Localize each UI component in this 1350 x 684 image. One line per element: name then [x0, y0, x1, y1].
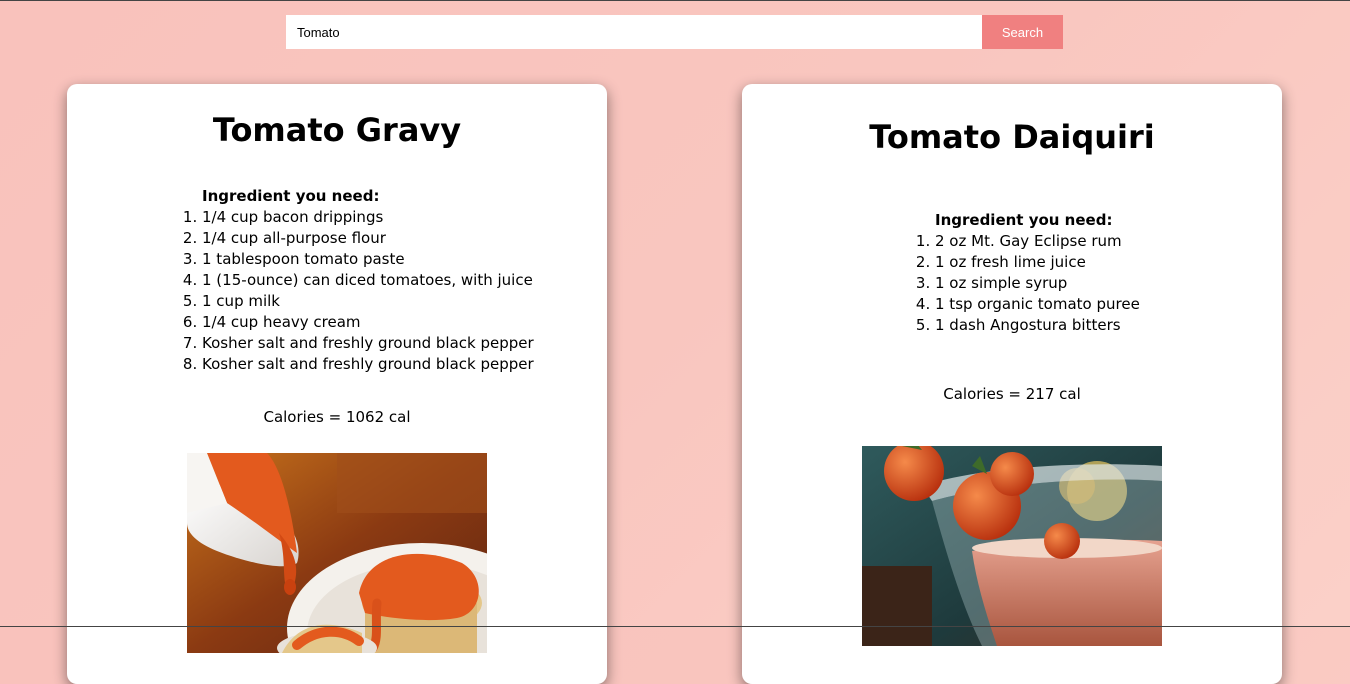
ingredient-item: 1 oz simple syrup — [935, 273, 1140, 294]
ingredient-item: 1 dash Angostura bitters — [935, 315, 1140, 336]
top-border — [0, 0, 1350, 1]
ingredient-item: 1/4 cup heavy cream — [202, 312, 534, 333]
ingredient-item: Kosher salt and freshly ground black pep… — [202, 333, 534, 354]
ingredients-list: 2 oz Mt. Gay Eclipse rum 1 oz fresh lime… — [918, 231, 1140, 336]
ingredient-item: Kosher salt and freshly ground black pep… — [202, 354, 534, 375]
ingredient-item: 1 (15-ounce) can diced tomatoes, with ju… — [202, 270, 534, 291]
ingredient-item: 1/4 cup bacon drippings — [202, 207, 534, 228]
search-button[interactable]: Search — [982, 15, 1063, 49]
daiquiri-photo — [862, 446, 1162, 646]
gravy-photo — [187, 453, 487, 653]
recipe-title: Tomato Daiquiri — [869, 118, 1155, 156]
search-input[interactable] — [286, 15, 982, 49]
ingredient-item: 1 tablespoon tomato paste — [202, 249, 534, 270]
recipe-image-tomato-gravy — [187, 453, 487, 653]
recipe-image-tomato-daiquiri — [862, 446, 1162, 646]
ingredients-heading: Ingredient you need: — [935, 211, 1113, 229]
ingredient-item: 1 tsp organic tomato puree — [935, 294, 1140, 315]
ingredients-section: Ingredient you need: 2 oz Mt. Gay Eclips… — [918, 210, 1140, 336]
ingredients-list: 1/4 cup bacon drippings 1/4 cup all-purp… — [185, 207, 534, 375]
ingredient-item: 1/4 cup all-purpose flour — [202, 228, 534, 249]
recipe-card: Tomato Gravy Ingredient you need: 1/4 cu… — [67, 84, 607, 684]
calories-text: Calories = 217 cal — [943, 385, 1081, 403]
search-bar: Search — [286, 15, 1063, 49]
recipe-card: Tomato Daiquiri Ingredient you need: 2 o… — [742, 84, 1282, 684]
recipe-title: Tomato Gravy — [212, 111, 462, 149]
ingredients-heading: Ingredient you need: — [202, 187, 380, 205]
ingredient-item: 1 oz fresh lime juice — [935, 252, 1140, 273]
ingredients-section: Ingredient you need: 1/4 cup bacon dripp… — [185, 186, 534, 375]
ingredient-item: 2 oz Mt. Gay Eclipse rum — [935, 231, 1140, 252]
calories-text: Calories = 1062 cal — [263, 408, 411, 426]
ingredient-item: 1 cup milk — [202, 291, 534, 312]
